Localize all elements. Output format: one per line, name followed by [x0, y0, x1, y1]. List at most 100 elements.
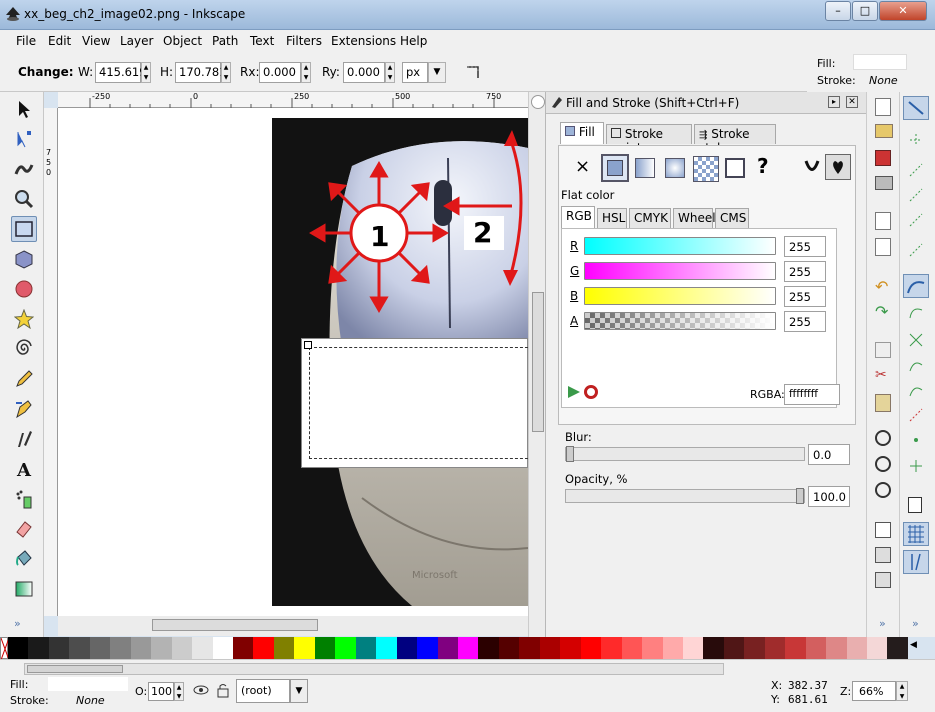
- snap-object-centers-icon[interactable]: [908, 432, 924, 448]
- selected-rectangle[interactable]: [301, 338, 528, 468]
- snap-nodes-icon[interactable]: [903, 274, 929, 298]
- snap-paths-icon[interactable]: [908, 304, 924, 320]
- toggle-layer-visibility-icon[interactable]: [193, 682, 209, 698]
- unit-dropdown-icon[interactable]: ▼: [428, 62, 446, 83]
- tab-fill[interactable]: Fill: [560, 122, 604, 144]
- palette-swatch[interactable]: [805, 637, 827, 659]
- layer-dropdown-icon[interactable]: ▼: [290, 679, 308, 703]
- palette-swatch[interactable]: [846, 637, 868, 659]
- tab-stroke-paint[interactable]: Stroke paint: [606, 124, 692, 155]
- snap-bbox-center-icon[interactable]: [908, 242, 924, 258]
- selector-tool-icon[interactable]: [11, 96, 37, 122]
- palette-scroll-thumb[interactable]: [27, 665, 123, 673]
- close-button[interactable]: ✕: [879, 1, 927, 21]
- palette-swatch[interactable]: [355, 637, 377, 659]
- eraser-tool-icon[interactable]: [11, 516, 37, 542]
- channel-a-slider[interactable]: [584, 312, 776, 330]
- channel-g-slider[interactable]: [584, 262, 776, 280]
- pen-tool-icon[interactable]: [11, 396, 37, 422]
- snap-bbox-edge-icon[interactable]: [908, 162, 924, 178]
- palette-swatch[interactable]: [335, 637, 356, 659]
- zoom-stepper[interactable]: ▲ ▼: [896, 681, 908, 701]
- text-tool-icon[interactable]: A: [11, 456, 37, 482]
- blur-input[interactable]: 0.0: [808, 444, 850, 465]
- color-managed-icon[interactable]: [566, 384, 582, 400]
- palette-swatch[interactable]: [457, 637, 479, 659]
- palette-swatch[interactable]: [171, 637, 193, 659]
- palette-swatch[interactable]: [601, 637, 622, 659]
- dock-iconify-icon[interactable]: ▸: [828, 96, 840, 108]
- hscroll-thumb[interactable]: [152, 619, 318, 631]
- channel-r-input[interactable]: 255: [784, 236, 826, 257]
- palette-swatch[interactable]: [89, 637, 111, 659]
- palette-swatch[interactable]: [314, 637, 336, 659]
- menu-extensions[interactable]: Extensions: [331, 34, 396, 48]
- lock-layer-icon[interactable]: [216, 682, 230, 698]
- export-icon[interactable]: [875, 238, 891, 256]
- redo-icon[interactable]: ↷: [875, 302, 888, 321]
- palette-swatch[interactable]: [478, 637, 499, 659]
- palette-swatch[interactable]: [723, 637, 745, 659]
- width-input[interactable]: 415.619: [95, 62, 147, 83]
- print-icon[interactable]: [875, 176, 893, 190]
- palette-swatch[interactable]: [273, 637, 295, 659]
- rectangle-tool-icon[interactable]: [11, 216, 37, 242]
- enable-snapping-icon[interactable]: [903, 96, 929, 120]
- unit-select[interactable]: px: [402, 62, 428, 83]
- vertical-scrollbar[interactable]: [528, 92, 545, 637]
- palette-swatch[interactable]: [826, 637, 847, 659]
- zoom-tool-icon[interactable]: [11, 186, 37, 212]
- height-stepper[interactable]: ▲ ▼: [221, 62, 231, 83]
- palette-swatch[interactable]: [48, 637, 70, 659]
- new-document-icon[interactable]: [875, 98, 891, 116]
- make-corners-sharp-icon[interactable]: [463, 62, 483, 82]
- snap-intersections-icon[interactable]: [908, 332, 924, 348]
- menu-filters[interactable]: Filters: [286, 34, 322, 48]
- palette-swatch[interactable]: [785, 637, 806, 659]
- minimize-button[interactable]: –: [825, 1, 851, 21]
- opacity-input[interactable]: 100.0: [808, 486, 850, 507]
- menu-edit[interactable]: Edit: [48, 34, 71, 48]
- snap-smooth-nodes-icon[interactable]: [908, 382, 924, 398]
- dock-close-icon[interactable]: ✕: [846, 96, 858, 108]
- toolbox-more-icon[interactable]: »: [14, 617, 21, 630]
- palette-swatch[interactable]: [519, 637, 540, 659]
- linear-gradient-icon[interactable]: [635, 158, 655, 178]
- star-tool-icon[interactable]: [11, 306, 37, 332]
- palette-swatch[interactable]: [662, 637, 683, 659]
- color-palette[interactable]: [8, 637, 908, 659]
- palette-swatch[interactable]: [764, 637, 786, 659]
- drawing-canvas[interactable]: Microsoft 1 2: [58, 108, 528, 616]
- snap-rotation-center-icon[interactable]: [908, 458, 924, 474]
- opacity-slider[interactable]: [565, 488, 805, 504]
- pencil-tool-icon[interactable]: [11, 366, 37, 392]
- palette-swatch[interactable]: [151, 637, 172, 659]
- snap-grid-icon[interactable]: [903, 522, 929, 546]
- zoom-drawing-icon[interactable]: [875, 456, 891, 472]
- menu-object[interactable]: Object: [163, 34, 202, 48]
- zoom-corner-icon[interactable]: [531, 95, 545, 109]
- opacity-slider-thumb[interactable]: [796, 488, 804, 504]
- palette-swatch[interactable]: [887, 637, 908, 659]
- snap-more-icon[interactable]: »: [912, 617, 919, 630]
- palette-swatch[interactable]: [294, 637, 315, 659]
- palette-swatch[interactable]: [437, 637, 458, 659]
- ry-input[interactable]: 0.000: [343, 62, 385, 83]
- palette-swatch[interactable]: [28, 637, 49, 659]
- palette-swatch[interactable]: [212, 637, 233, 659]
- palette-swatch[interactable]: [417, 637, 438, 659]
- palette-swatch[interactable]: [539, 637, 561, 659]
- palette-swatch[interactable]: [682, 637, 704, 659]
- swatch-icon[interactable]: [725, 158, 745, 178]
- fill-rule-evenodd-icon[interactable]: [803, 158, 821, 176]
- palette-swatch[interactable]: [867, 637, 888, 659]
- spiral-tool-icon[interactable]: [11, 336, 37, 362]
- unset-paint-icon[interactable]: ?: [757, 154, 769, 178]
- snap-bbox-icon[interactable]: [908, 132, 924, 148]
- tweak-tool-icon[interactable]: [11, 156, 37, 182]
- channel-b-slider[interactable]: [584, 287, 776, 305]
- tab-wheel[interactable]: Wheel: [673, 208, 716, 228]
- palette-swatch[interactable]: [580, 637, 602, 659]
- palette-scrollbar[interactable]: [24, 663, 724, 675]
- palette-swatch[interactable]: [192, 637, 213, 659]
